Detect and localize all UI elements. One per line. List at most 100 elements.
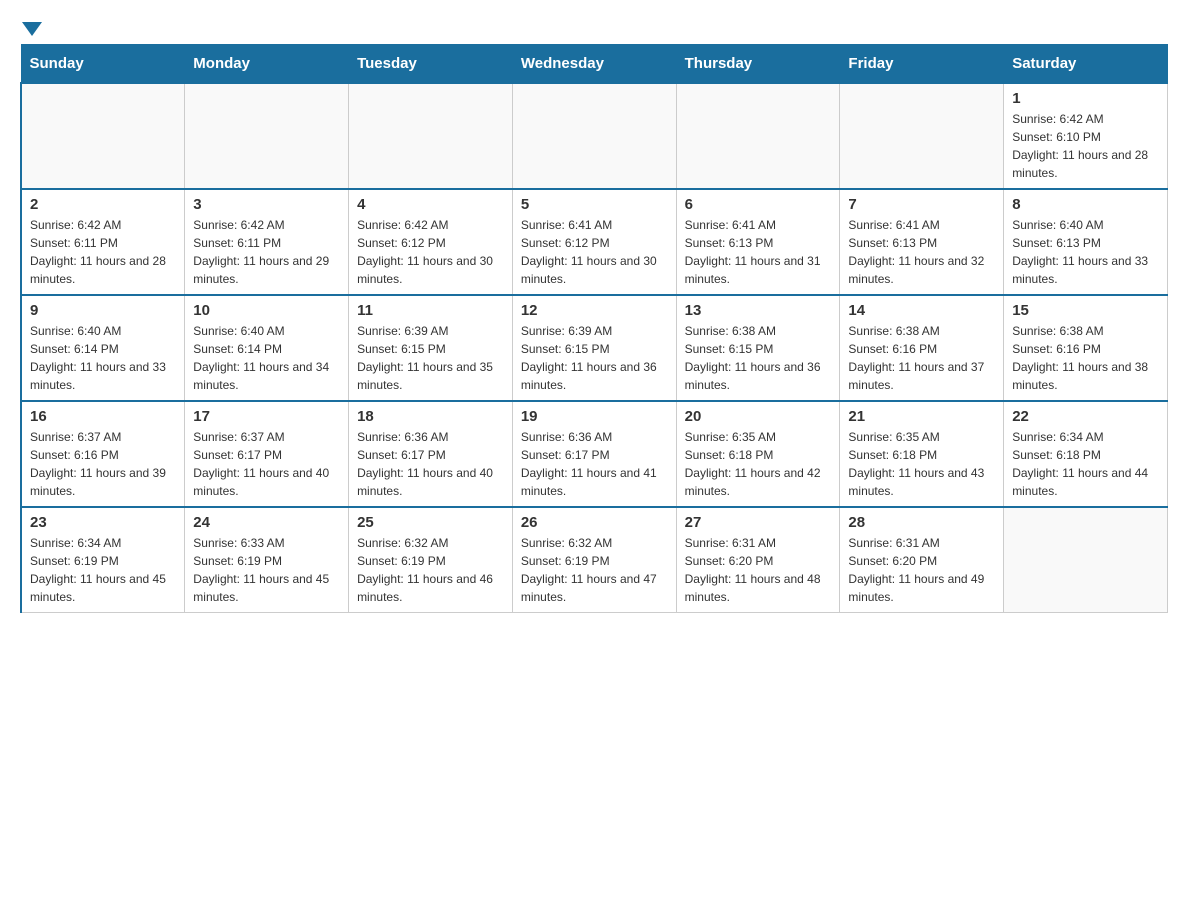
- day-number: 14: [848, 302, 995, 319]
- calendar-cell: 4 Sunrise: 6:42 AMSunset: 6:12 PMDaylight…: [349, 189, 513, 295]
- day-info: Sunrise: 6:36 AMSunset: 6:17 PMDaylight:…: [521, 428, 668, 500]
- logo: [20, 20, 44, 34]
- calendar-cell: 1 Sunrise: 6:42 AMSunset: 6:10 PMDaylight…: [1004, 83, 1168, 189]
- day-number: 25: [357, 514, 504, 531]
- day-number: 20: [685, 408, 832, 425]
- calendar-cell: 24 Sunrise: 6:33 AMSunset: 6:19 PMDayligh…: [185, 507, 349, 613]
- calendar-cell: 7 Sunrise: 6:41 AMSunset: 6:13 PMDaylight…: [840, 189, 1004, 295]
- calendar-cell: 2 Sunrise: 6:42 AMSunset: 6:11 PMDaylight…: [21, 189, 185, 295]
- day-number: 6: [685, 196, 832, 213]
- calendar-week-row: 2 Sunrise: 6:42 AMSunset: 6:11 PMDaylight…: [21, 189, 1168, 295]
- day-number: 19: [521, 408, 668, 425]
- day-info: Sunrise: 6:37 AMSunset: 6:17 PMDaylight:…: [193, 428, 340, 500]
- day-number: 26: [521, 514, 668, 531]
- day-info: Sunrise: 6:38 AMSunset: 6:16 PMDaylight:…: [1012, 322, 1159, 394]
- calendar-cell: [1004, 507, 1168, 613]
- day-number: 21: [848, 408, 995, 425]
- weekday-header-wednesday: Wednesday: [512, 45, 676, 84]
- day-info: Sunrise: 6:41 AMSunset: 6:12 PMDaylight:…: [521, 216, 668, 288]
- calendar-week-row: 9 Sunrise: 6:40 AMSunset: 6:14 PMDaylight…: [21, 295, 1168, 401]
- day-number: 8: [1012, 196, 1159, 213]
- day-number: 18: [357, 408, 504, 425]
- calendar-cell: 27 Sunrise: 6:31 AMSunset: 6:20 PMDayligh…: [676, 507, 840, 613]
- day-info: Sunrise: 6:40 AMSunset: 6:13 PMDaylight:…: [1012, 216, 1159, 288]
- day-info: Sunrise: 6:31 AMSunset: 6:20 PMDaylight:…: [848, 534, 995, 606]
- calendar-cell: [185, 83, 349, 189]
- day-info: Sunrise: 6:42 AMSunset: 6:11 PMDaylight:…: [193, 216, 340, 288]
- weekday-header-row: SundayMondayTuesdayWednesdayThursdayFrid…: [21, 45, 1168, 84]
- day-info: Sunrise: 6:41 AMSunset: 6:13 PMDaylight:…: [848, 216, 995, 288]
- day-info: Sunrise: 6:38 AMSunset: 6:15 PMDaylight:…: [685, 322, 832, 394]
- calendar-cell: 25 Sunrise: 6:32 AMSunset: 6:19 PMDayligh…: [349, 507, 513, 613]
- day-number: 28: [848, 514, 995, 531]
- day-number: 3: [193, 196, 340, 213]
- calendar-cell: 14 Sunrise: 6:38 AMSunset: 6:16 PMDayligh…: [840, 295, 1004, 401]
- day-number: 5: [521, 196, 668, 213]
- day-number: 27: [685, 514, 832, 531]
- day-info: Sunrise: 6:38 AMSunset: 6:16 PMDaylight:…: [848, 322, 995, 394]
- weekday-header-thursday: Thursday: [676, 45, 840, 84]
- day-info: Sunrise: 6:40 AMSunset: 6:14 PMDaylight:…: [30, 322, 176, 394]
- weekday-header-saturday: Saturday: [1004, 45, 1168, 84]
- calendar-week-row: 16 Sunrise: 6:37 AMSunset: 6:16 PMDayligh…: [21, 401, 1168, 507]
- calendar-table: SundayMondayTuesdayWednesdayThursdayFrid…: [20, 44, 1168, 613]
- calendar-cell: 5 Sunrise: 6:41 AMSunset: 6:12 PMDaylight…: [512, 189, 676, 295]
- day-number: 15: [1012, 302, 1159, 319]
- calendar-cell: 17Sunrise: 6:37 AMSunset: 6:17 PMDayligh…: [185, 401, 349, 507]
- day-info: Sunrise: 6:42 AMSunset: 6:11 PMDaylight:…: [30, 216, 176, 288]
- day-info: Sunrise: 6:40 AMSunset: 6:14 PMDaylight:…: [193, 322, 340, 394]
- calendar-cell: 20Sunrise: 6:35 AMSunset: 6:18 PMDayligh…: [676, 401, 840, 507]
- day-number: 2: [30, 196, 176, 213]
- calendar-cell: 16 Sunrise: 6:37 AMSunset: 6:16 PMDayligh…: [21, 401, 185, 507]
- calendar-week-row: 1 Sunrise: 6:42 AMSunset: 6:10 PMDaylight…: [21, 83, 1168, 189]
- calendar-cell: 9 Sunrise: 6:40 AMSunset: 6:14 PMDaylight…: [21, 295, 185, 401]
- weekday-header-tuesday: Tuesday: [349, 45, 513, 84]
- calendar-cell: 15 Sunrise: 6:38 AMSunset: 6:16 PMDayligh…: [1004, 295, 1168, 401]
- calendar-cell: [349, 83, 513, 189]
- day-number: 4: [357, 196, 504, 213]
- day-info: Sunrise: 6:42 AMSunset: 6:12 PMDaylight:…: [357, 216, 504, 288]
- calendar-cell: [676, 83, 840, 189]
- calendar-cell: 21 Sunrise: 6:35 AMSunset: 6:18 PMDayligh…: [840, 401, 1004, 507]
- logo-arrow-icon: [22, 22, 42, 36]
- day-info: Sunrise: 6:36 AMSunset: 6:17 PMDaylight:…: [357, 428, 504, 500]
- day-number: 24: [193, 514, 340, 531]
- day-number: 13: [685, 302, 832, 319]
- day-number: 11: [357, 302, 504, 319]
- calendar-cell: 19 Sunrise: 6:36 AMSunset: 6:17 PMDayligh…: [512, 401, 676, 507]
- day-info: Sunrise: 6:39 AMSunset: 6:15 PMDaylight:…: [357, 322, 504, 394]
- day-info: Sunrise: 6:37 AMSunset: 6:16 PMDaylight:…: [30, 428, 176, 500]
- calendar-cell: [512, 83, 676, 189]
- day-number: 1: [1012, 90, 1159, 107]
- day-number: 7: [848, 196, 995, 213]
- day-info: Sunrise: 6:39 AMSunset: 6:15 PMDaylight:…: [521, 322, 668, 394]
- day-number: 22: [1012, 408, 1159, 425]
- day-number: 10: [193, 302, 340, 319]
- day-number: 12: [521, 302, 668, 319]
- calendar-cell: 22 Sunrise: 6:34 AMSunset: 6:18 PMDayligh…: [1004, 401, 1168, 507]
- calendar-cell: 26 Sunrise: 6:32 AMSunset: 6:19 PMDayligh…: [512, 507, 676, 613]
- calendar-cell: [840, 83, 1004, 189]
- page-header: [20, 20, 1168, 34]
- calendar-cell: 23Sunrise: 6:34 AMSunset: 6:19 PMDayligh…: [21, 507, 185, 613]
- day-info: Sunrise: 6:31 AMSunset: 6:20 PMDaylight:…: [685, 534, 832, 606]
- day-info: Sunrise: 6:34 AMSunset: 6:18 PMDaylight:…: [1012, 428, 1159, 500]
- day-info: Sunrise: 6:32 AMSunset: 6:19 PMDaylight:…: [357, 534, 504, 606]
- calendar-cell: 10 Sunrise: 6:40 AMSunset: 6:14 PMDayligh…: [185, 295, 349, 401]
- calendar-cell: 3 Sunrise: 6:42 AMSunset: 6:11 PMDaylight…: [185, 189, 349, 295]
- day-info: Sunrise: 6:33 AMSunset: 6:19 PMDaylight:…: [193, 534, 340, 606]
- calendar-cell: 18 Sunrise: 6:36 AMSunset: 6:17 PMDayligh…: [349, 401, 513, 507]
- day-number: 9: [30, 302, 176, 319]
- day-number: 23: [30, 514, 176, 531]
- weekday-header-friday: Friday: [840, 45, 1004, 84]
- calendar-cell: 13 Sunrise: 6:38 AMSunset: 6:15 PMDayligh…: [676, 295, 840, 401]
- calendar-cell: 11 Sunrise: 6:39 AMSunset: 6:15 PMDayligh…: [349, 295, 513, 401]
- calendar-cell: 8 Sunrise: 6:40 AMSunset: 6:13 PMDaylight…: [1004, 189, 1168, 295]
- day-info: Sunrise: 6:41 AMSunset: 6:13 PMDaylight:…: [685, 216, 832, 288]
- calendar-cell: [21, 83, 185, 189]
- day-info: Sunrise: 6:32 AMSunset: 6:19 PMDaylight:…: [521, 534, 668, 606]
- day-info: Sunrise: 6:35 AMSunset: 6:18 PMDaylight:…: [848, 428, 995, 500]
- calendar-cell: 12 Sunrise: 6:39 AMSunset: 6:15 PMDayligh…: [512, 295, 676, 401]
- day-info: Sunrise: 6:42 AMSunset: 6:10 PMDaylight:…: [1012, 110, 1159, 182]
- day-number: 16: [30, 408, 176, 425]
